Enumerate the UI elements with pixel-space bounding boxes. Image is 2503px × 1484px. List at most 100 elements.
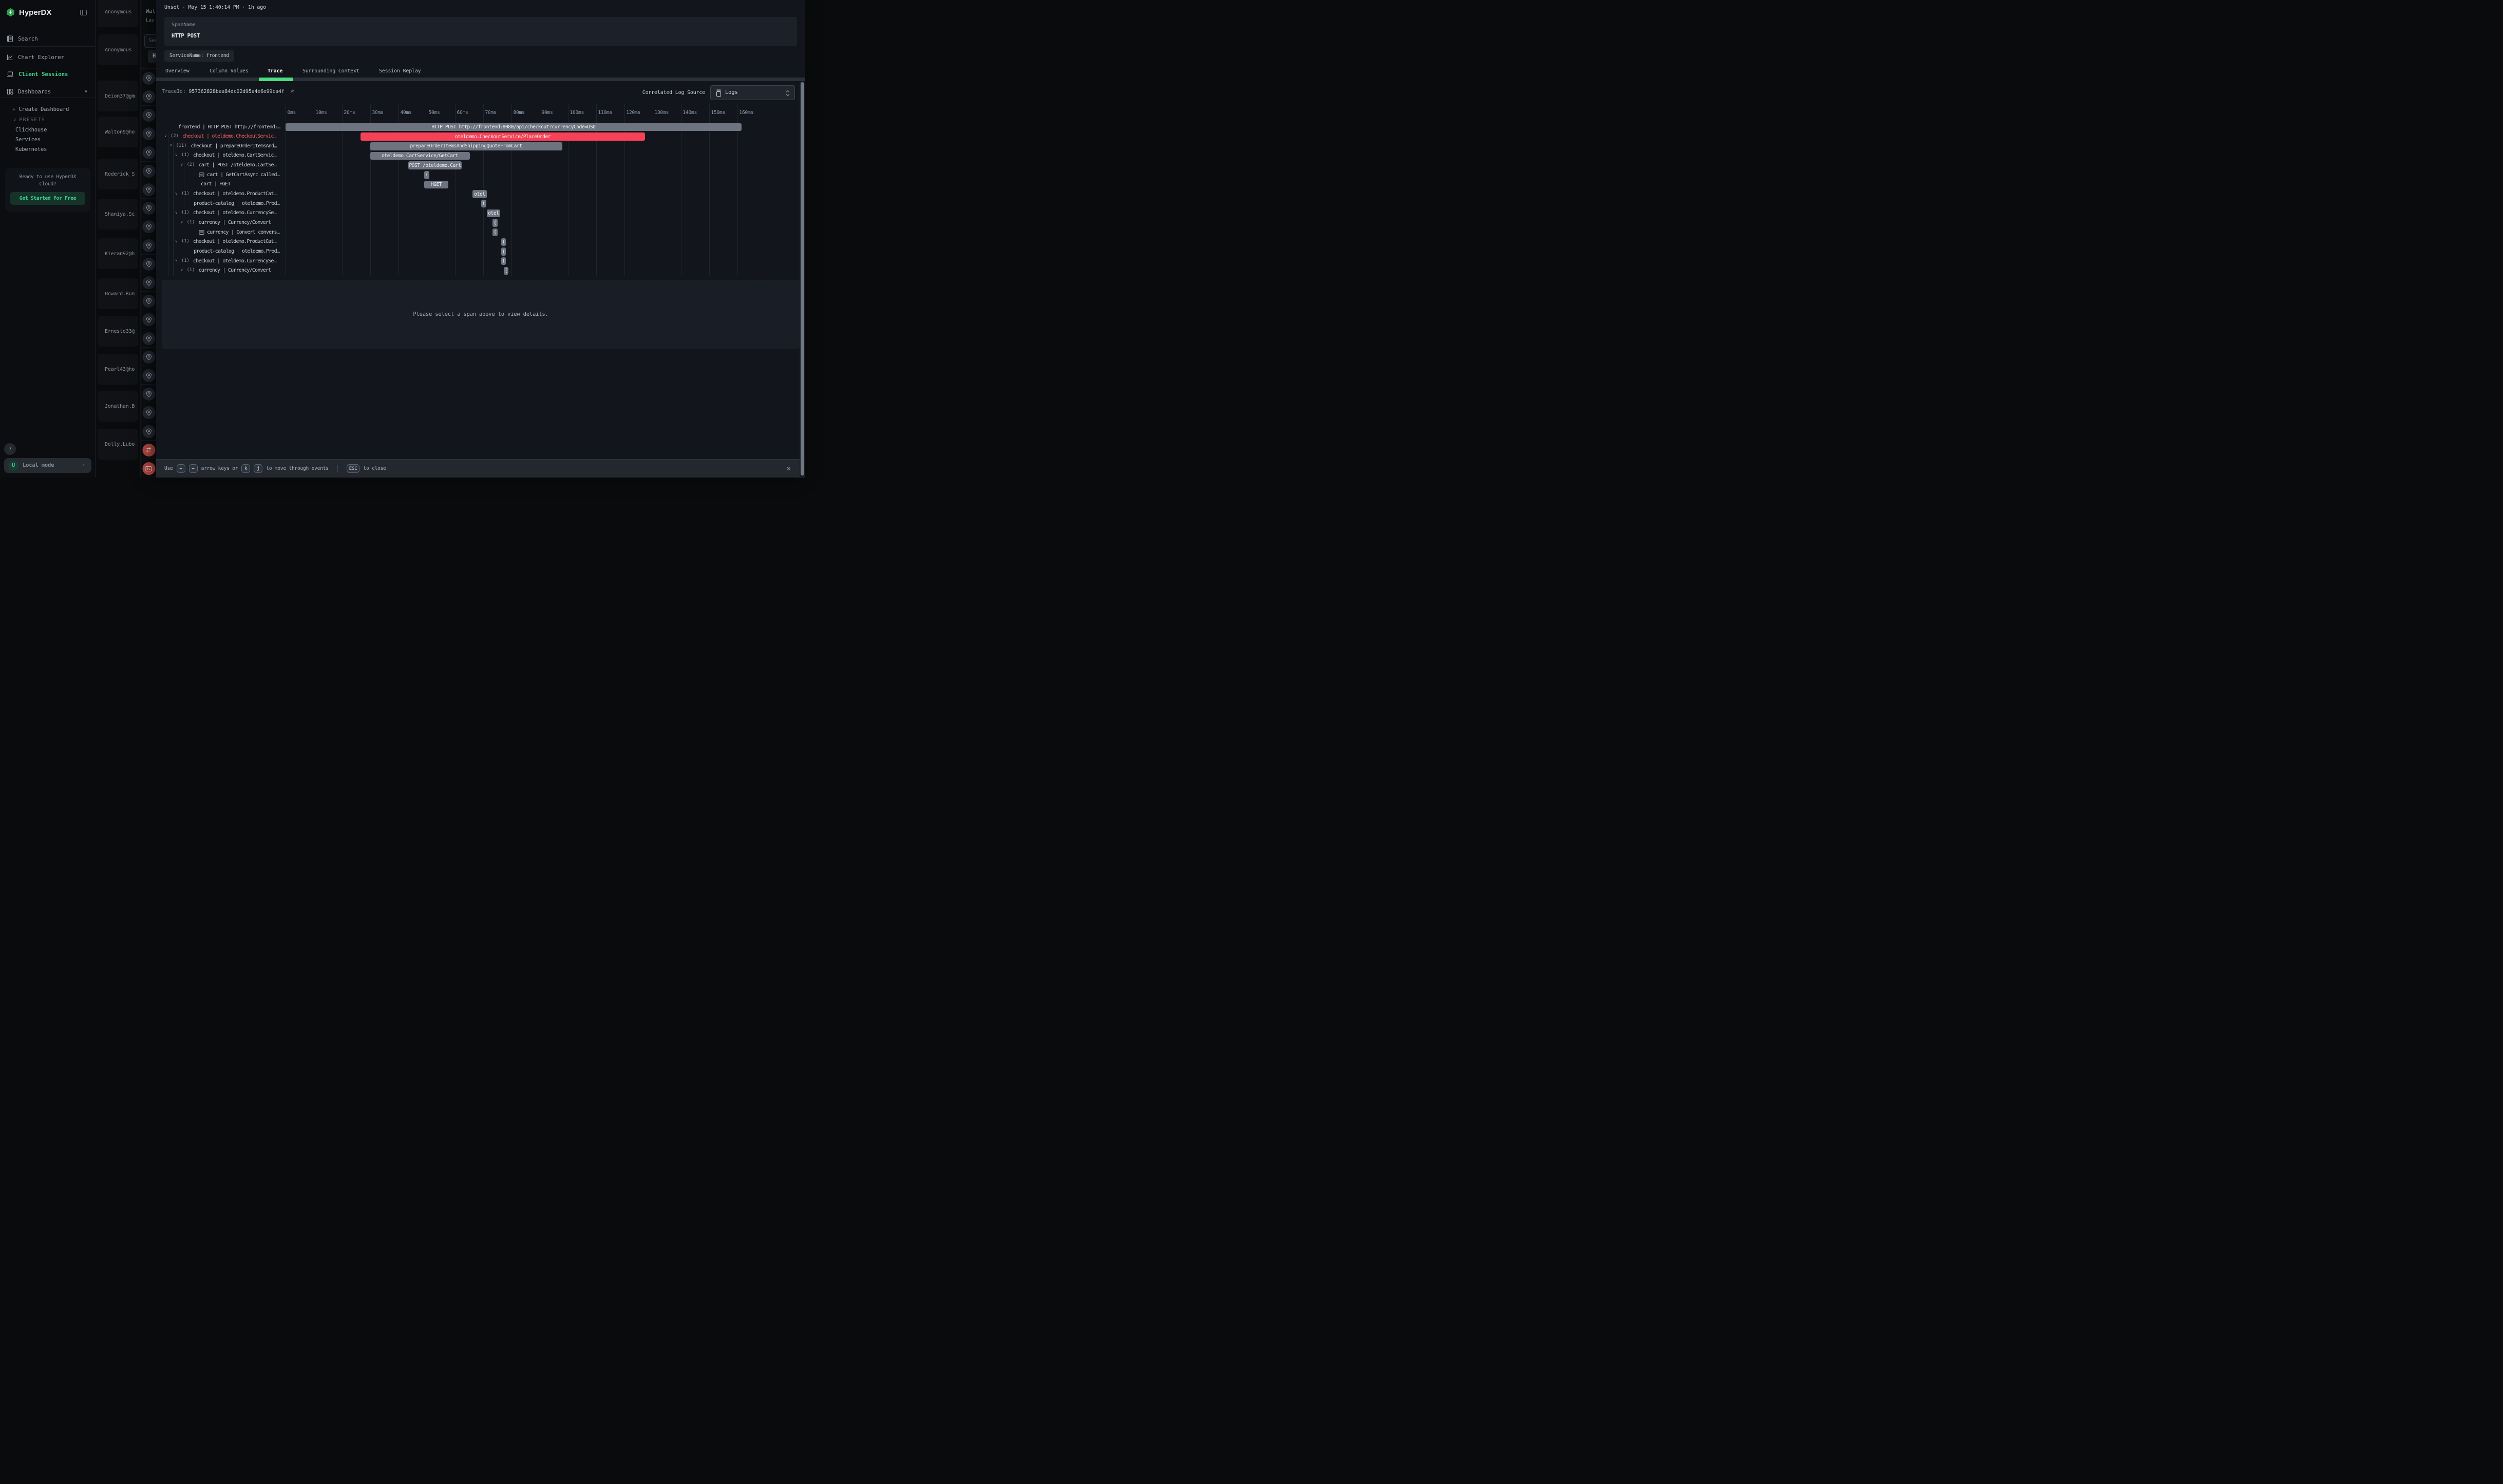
- map-pin-icon[interactable]: [142, 332, 155, 345]
- map-pin-icon[interactable]: [142, 72, 155, 85]
- trace-tree-row[interactable]: ∨(1)currency | Currency/Convert: [156, 267, 285, 276]
- terminal-icon[interactable]: [142, 462, 155, 475]
- chevron-down-icon[interactable]: ∨: [181, 162, 183, 167]
- map-pin-icon[interactable]: [142, 146, 155, 159]
- map-pin-icon[interactable]: [142, 425, 155, 438]
- span-bar[interactable]: (: [501, 238, 506, 246]
- trace-tree-row[interactable]: cart | GetCartAsync called…: [156, 170, 285, 180]
- map-pin-icon[interactable]: [142, 313, 155, 326]
- sidebar-item-dashboards[interactable]: Dashboards ∧: [0, 84, 96, 99]
- map-pin-icon[interactable]: [142, 276, 155, 289]
- chevron-down-icon[interactable]: ∨: [164, 134, 167, 138]
- chevron-down-icon[interactable]: ∨: [181, 220, 183, 224]
- trace-tree-row[interactable]: ∨(1)checkout | oteldemo.CurrencySe…: [156, 257, 285, 267]
- trace-tree-row[interactable]: product-catalog | oteldemo.Prod…: [156, 199, 285, 209]
- map-pin-icon[interactable]: [142, 239, 155, 252]
- key-arrow-right[interactable]: →: [189, 464, 198, 473]
- session-card[interactable]: Anonymous: [98, 34, 138, 65]
- trace-tree-row[interactable]: ∨(2)cart | POST /oteldemo.CartSe…: [156, 161, 285, 171]
- presets-section-header[interactable]: ∨PRESETS: [13, 117, 45, 123]
- chevron-down-icon[interactable]: ∨: [175, 258, 178, 262]
- map-pin-icon[interactable]: [142, 90, 155, 103]
- map-pin-icon[interactable]: [142, 127, 155, 140]
- tab-trace[interactable]: Trace: [268, 68, 282, 74]
- map-pin-icon[interactable]: [142, 295, 155, 308]
- map-pin-icon[interactable]: [142, 258, 155, 271]
- service-name-chip[interactable]: ServiceName: frontend: [164, 50, 234, 62]
- map-pin-icon[interactable]: [142, 165, 155, 178]
- create-dashboard-button[interactable]: + Create Dashboard: [12, 106, 69, 112]
- session-card[interactable]: Pearl43@ho: [98, 354, 138, 385]
- chevron-down-icon[interactable]: ∨: [175, 239, 178, 243]
- chevron-up-icon[interactable]: ∧: [85, 89, 87, 94]
- map-pin-icon[interactable]: [142, 406, 155, 419]
- span-bar[interactable]: prepareOrderItemsAndShippingQuoteFromCar…: [370, 142, 562, 150]
- chevron-down-icon[interactable]: ∨: [181, 268, 183, 272]
- session-card[interactable]: Walton9@ho: [98, 117, 138, 147]
- sidebar-item-kubernetes[interactable]: Kubernetes: [15, 146, 47, 153]
- chevron-down-icon[interactable]: ∨: [175, 153, 178, 157]
- span-bar[interactable]: (: [424, 171, 429, 179]
- brand-logo[interactable]: HyperDX: [6, 8, 51, 17]
- swap-arrows-icon[interactable]: [142, 444, 155, 456]
- tab-session-replay[interactable]: Session Replay: [379, 68, 421, 74]
- trace-tree-row[interactable]: ∨(1)checkout | oteldemo.ProductCat…: [156, 238, 285, 248]
- sidebar-item-chart-explorer[interactable]: Chart Explorer: [0, 49, 96, 65]
- collapse-sidebar-icon[interactable]: [80, 10, 87, 15]
- span-bar[interactable]: oteldemo.CartService/GetCart: [370, 152, 470, 160]
- map-pin-icon[interactable]: [142, 109, 155, 122]
- map-pin-icon[interactable]: [142, 388, 155, 401]
- trace-tree-row[interactable]: ∨(1)checkout | oteldemo.CartServic…: [156, 151, 285, 161]
- sidebar-item-services[interactable]: Services: [15, 137, 41, 143]
- session-card[interactable]: Howard.Run: [98, 278, 138, 309]
- span-bar[interactable]: otel: [487, 210, 500, 218]
- span-bar[interactable]: POST /oteldemo.Cart: [408, 161, 462, 169]
- chevron-down-icon[interactable]: ∨: [175, 191, 178, 196]
- key-esc[interactable]: ESC: [347, 464, 360, 473]
- session-card[interactable]: Anonymous: [98, 0, 138, 27]
- map-pin-icon[interactable]: [142, 369, 155, 382]
- key-k[interactable]: k: [241, 464, 250, 473]
- trace-tree-row[interactable]: cart | HGET: [156, 180, 285, 190]
- span-bar[interactable]: (: [501, 257, 506, 265]
- span-bar[interactable]: otel: [472, 190, 487, 198]
- edit-pencil-icon[interactable]: ✎: [291, 88, 294, 94]
- trace-tree-row[interactable]: currency | Convert convers…: [156, 228, 285, 238]
- help-button[interactable]: ?: [4, 443, 16, 455]
- trace-tree-row[interactable]: frontend | HTTP POST http://frontend:…: [156, 123, 285, 132]
- span-bar[interactable]: (: [501, 248, 506, 256]
- session-card[interactable]: Shaniya.Sc: [98, 199, 138, 230]
- map-pin-icon[interactable]: [142, 202, 155, 215]
- trace-tree-row[interactable]: ∨(1)currency | Currency/Convert: [156, 219, 285, 229]
- chevron-down-icon[interactable]: ∨: [175, 210, 178, 215]
- session-card[interactable]: Kieran92@h: [98, 238, 138, 269]
- sidebar-item-client-sessions[interactable]: Client Sessions: [0, 66, 96, 82]
- tab-surrounding-context[interactable]: Surrounding Context: [302, 68, 359, 74]
- chevron-down-icon[interactable]: ∨: [170, 143, 173, 147]
- span-bar[interactable]: (: [481, 200, 486, 208]
- map-pin-icon[interactable]: [142, 351, 155, 364]
- span-bar[interactable]: (: [492, 229, 497, 237]
- session-card[interactable]: Ernesto33@: [98, 316, 138, 347]
- local-mode-menu[interactable]: U Local mode ›: [4, 458, 91, 473]
- session-card[interactable]: Deion37@gm: [98, 81, 138, 111]
- span-bar[interactable]: HGET: [424, 181, 448, 189]
- span-bar[interactable]: (: [504, 267, 508, 275]
- map-pin-icon[interactable]: [142, 220, 155, 233]
- map-pin-icon[interactable]: [142, 183, 155, 196]
- trace-tree-row[interactable]: ∨(2)checkout | oteldemo.CheckoutServic…: [156, 132, 285, 142]
- tab-column-values[interactable]: Column Values: [210, 68, 249, 74]
- span-bar[interactable]: (: [492, 219, 497, 227]
- get-started-button[interactable]: Get Started for Free: [10, 192, 85, 205]
- span-bar[interactable]: oteldemo.CheckoutService/PlaceOrder: [361, 132, 644, 141]
- session-card[interactable]: Dolly.Lubo: [98, 429, 138, 460]
- scrollbar-thumb[interactable]: [801, 82, 804, 475]
- sidebar-item-search[interactable]: Search: [0, 31, 96, 46]
- session-card[interactable]: Roderick_S: [98, 159, 138, 189]
- log-source-select[interactable]: Logs: [710, 85, 795, 100]
- tab-overview[interactable]: Overview: [165, 68, 189, 74]
- trace-tree-row[interactable]: ∨(1)checkout | oteldemo.ProductCat…: [156, 190, 285, 200]
- trace-tree-row[interactable]: ∨(11)checkout | prepareOrderItemsAnd…: [156, 142, 285, 151]
- span-bar[interactable]: HTTP POST http://frontend:8080/api/check…: [286, 123, 742, 131]
- trace-tree-row[interactable]: ∨(1)checkout | oteldemo.CurrencySe…: [156, 209, 285, 219]
